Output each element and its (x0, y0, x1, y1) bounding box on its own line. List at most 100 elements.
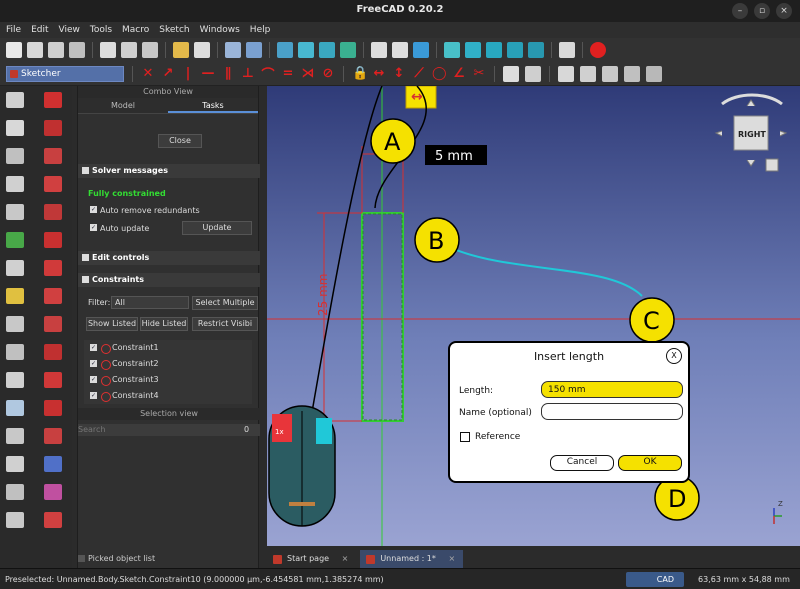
validate-sketch-icon[interactable] (6, 232, 24, 248)
hide-listed-button[interactable]: Hide Listed (140, 317, 188, 331)
constrain-snell-icon[interactable]: ✂ (472, 66, 486, 81)
menu-sketch[interactable]: Sketch (159, 25, 189, 35)
filter-dropdown[interactable]: All (111, 296, 189, 309)
tab-unnamed[interactable]: Unnamed : 1* × (360, 550, 464, 568)
close-window-button[interactable]: × (776, 3, 792, 19)
constrain-symmetric-icon[interactable]: ⋊ (301, 66, 315, 81)
polyline-tool-icon[interactable] (44, 260, 62, 276)
toggle-driving-icon[interactable] (503, 65, 519, 82)
redo-icon[interactable] (194, 42, 210, 58)
constrain-tangent-icon[interactable]: ⌒ (261, 64, 275, 83)
constraint-tool-icon[interactable] (44, 92, 62, 108)
constrain-horizontal-distance-icon[interactable]: ↔ (372, 66, 386, 81)
bounding-box-icon[interactable] (340, 42, 356, 58)
constrain-perpendicular-icon[interactable]: ⊥ (241, 66, 255, 81)
restrict-visibility-button[interactable]: Restrict Visibi (192, 317, 258, 331)
workbench-selector[interactable]: Sketcher (6, 65, 124, 82)
move-geometry-icon[interactable] (6, 456, 24, 472)
part-icon[interactable] (559, 42, 575, 58)
dialog-close-icon[interactable]: X (666, 348, 682, 364)
line-tool-icon[interactable] (44, 120, 62, 136)
update-button[interactable]: Update (182, 221, 252, 235)
cut-icon[interactable] (100, 42, 116, 58)
cancel-button[interactable]: Cancel (550, 455, 614, 471)
list-item[interactable]: Constraint2 (84, 356, 252, 372)
sync-view-icon[interactable] (413, 42, 429, 58)
menu-view[interactable]: View (59, 25, 80, 35)
constrain-block-icon[interactable]: ⊘ (321, 66, 335, 81)
constrain-distance-icon[interactable]: ⟋ (412, 66, 426, 81)
constrain-angle-icon[interactable]: ∠ (452, 66, 466, 81)
extend-tool-icon[interactable] (44, 428, 62, 444)
tab-model[interactable]: Model (78, 98, 168, 113)
solver-messages-section[interactable]: Solver messages (78, 164, 260, 178)
tab-start-page[interactable]: Start page × (267, 550, 356, 568)
deactivate-constraint-icon[interactable] (525, 65, 541, 82)
menu-help[interactable]: Help (250, 25, 271, 35)
reorient-sketch-icon[interactable] (6, 204, 24, 220)
draw-style-icon[interactable] (319, 42, 335, 58)
copy-icon[interactable] (121, 42, 137, 58)
front-view-icon[interactable] (486, 42, 502, 58)
bspline-tool-icon[interactable] (44, 232, 62, 248)
length-input[interactable] (541, 381, 683, 398)
conic-tool-icon[interactable] (44, 204, 62, 220)
external-geometry-icon[interactable] (44, 456, 62, 472)
copy-geometry-icon[interactable] (6, 428, 24, 444)
list-item[interactable]: Constraint1 (84, 340, 252, 356)
menu-tools[interactable]: Tools (90, 25, 112, 35)
sketcher-tool-5-icon[interactable] (646, 65, 662, 82)
constrain-radius-icon[interactable]: ◯ (432, 66, 447, 81)
sketcher-tool-3-icon[interactable] (602, 65, 618, 82)
macro-record-icon[interactable] (590, 42, 606, 58)
save-icon[interactable] (48, 42, 64, 58)
close-tab-icon[interactable]: × (342, 554, 349, 563)
picked-object-list-checkbox[interactable]: Picked object list (78, 554, 155, 563)
map-sketch-icon[interactable] (6, 176, 24, 192)
menu-edit[interactable]: Edit (31, 25, 48, 35)
minimize-button[interactable]: – (732, 3, 748, 19)
name-input[interactable] (541, 403, 683, 420)
edit-controls-section[interactable]: Edit controls (78, 251, 260, 265)
point-tool-icon[interactable] (6, 92, 24, 108)
isometric-view-icon[interactable] (465, 42, 481, 58)
symmetry-icon[interactable] (6, 372, 24, 388)
menu-windows[interactable]: Windows (200, 25, 240, 35)
view-sketch-icon[interactable] (6, 120, 24, 136)
array-icon[interactable] (6, 484, 24, 500)
select-axis-icon[interactable] (6, 344, 24, 360)
clone-icon[interactable] (6, 400, 24, 416)
constrain-vertical-distance-icon[interactable]: ↕ (392, 66, 406, 81)
section-view-icon[interactable] (6, 148, 24, 164)
constrain-lock-icon[interactable]: 🔒 (352, 66, 368, 81)
constraints-section[interactable]: Constraints (78, 273, 260, 287)
open-file-icon[interactable] (27, 42, 43, 58)
selection-search-input[interactable] (78, 424, 260, 436)
delete-geometry-icon[interactable] (6, 512, 24, 528)
whats-this-icon[interactable] (246, 42, 262, 58)
select-multiple-button[interactable]: Select Multiple (192, 296, 258, 310)
print-icon[interactable] (69, 42, 85, 58)
circle-tool-icon[interactable] (44, 176, 62, 192)
top-view-icon[interactable] (507, 42, 523, 58)
right-view-icon[interactable] (528, 42, 544, 58)
constrain-parallel-icon[interactable]: ∥ (221, 66, 235, 81)
close-task-button[interactable]: Close (158, 134, 202, 148)
list-item[interactable]: Constraint4 (84, 388, 252, 404)
constrain-horizontal-icon[interactable]: — (201, 66, 215, 81)
carbon-copy-icon[interactable] (44, 484, 62, 500)
forward-icon[interactable] (392, 42, 408, 58)
arc-tool-icon[interactable] (44, 148, 62, 164)
paste-icon[interactable] (142, 42, 158, 58)
constrain-coincident-icon[interactable]: ✕ (141, 66, 155, 81)
polygon-tool-icon[interactable] (44, 316, 62, 332)
merge-sketch-icon[interactable] (6, 260, 24, 276)
slot-tool-icon[interactable] (44, 344, 62, 360)
tab-tasks[interactable]: Tasks (168, 98, 258, 113)
select-origin-icon[interactable] (6, 316, 24, 332)
auto-update-checkbox[interactable]: Auto update (90, 224, 149, 233)
trim-tool-icon[interactable] (44, 400, 62, 416)
rectangle-tool-icon[interactable] (44, 288, 62, 304)
refresh-icon[interactable] (225, 42, 241, 58)
fit-selection-icon[interactable] (298, 42, 314, 58)
